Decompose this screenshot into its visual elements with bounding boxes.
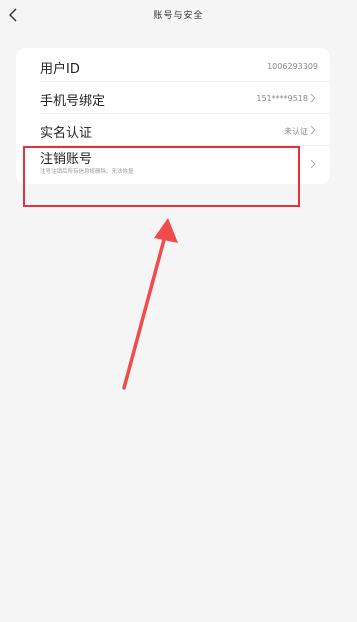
row-real-name[interactable]: 实名认证 未认证 [16,114,330,145]
header: 账号与安全 [0,0,357,30]
row-user-id: 用户ID 1006293309 [16,50,330,81]
verify-status: 未认证 [284,127,308,136]
annotation-highlight-box [23,146,300,207]
row-label: 手机号绑定 [40,94,106,109]
page-title: 账号与安全 [153,11,204,21]
row-phone-binding[interactable]: 手机号绑定 151****9518 [16,82,330,113]
phone-value: 151****9518 [256,94,308,103]
chevron-right-icon [310,93,316,103]
user-id-value: 1006293309 [267,62,318,71]
chevron-right-icon [310,159,316,169]
row-label: 实名认证 [40,126,93,141]
row-label: 用户ID [40,62,80,77]
chevron-right-icon [310,125,316,135]
